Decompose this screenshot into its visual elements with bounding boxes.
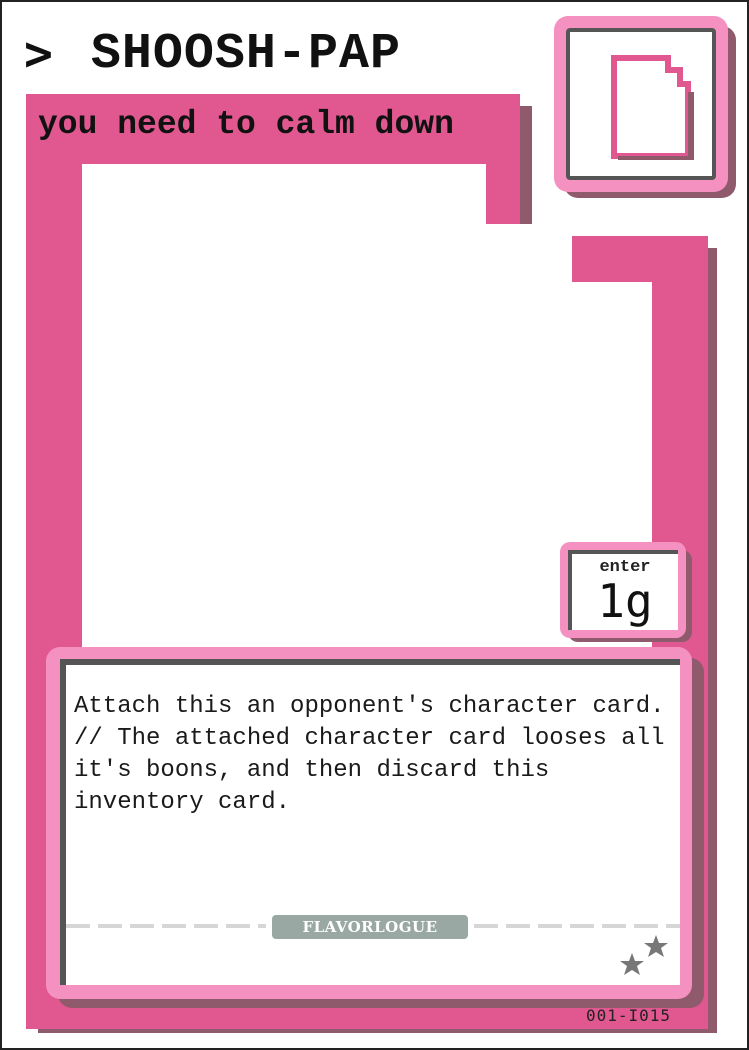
two-stars-icon	[620, 935, 668, 975]
flavor-badge: FLAVORLOGUE	[272, 915, 468, 939]
type-box	[554, 16, 728, 192]
card-name: SHOOSH-PAP	[90, 25, 401, 83]
card-number: 001-I015	[586, 1006, 672, 1025]
cost-box-inner: enter 1g	[568, 550, 678, 630]
prompt-symbol: >	[24, 26, 53, 82]
flavor-divider: FLAVORLOGUE	[66, 915, 680, 939]
divider-line	[66, 924, 266, 928]
title-row: > SHOOSH-PAP	[24, 24, 401, 84]
divider-line	[474, 924, 680, 928]
type-box-inner	[566, 28, 716, 180]
card: > SHOOSH-PAP you need to calm down enter…	[0, 0, 749, 1050]
card-subtitle: you need to calm down	[38, 106, 454, 143]
text-box: Attach this an opponent's character card…	[46, 647, 692, 999]
document-icon	[611, 55, 694, 160]
cost-value: 1g	[597, 574, 653, 628]
text-box-inner: Attach this an opponent's character card…	[60, 659, 680, 985]
rules-text: Attach this an opponent's character card…	[74, 693, 679, 816]
cost-box: enter 1g	[560, 542, 686, 638]
